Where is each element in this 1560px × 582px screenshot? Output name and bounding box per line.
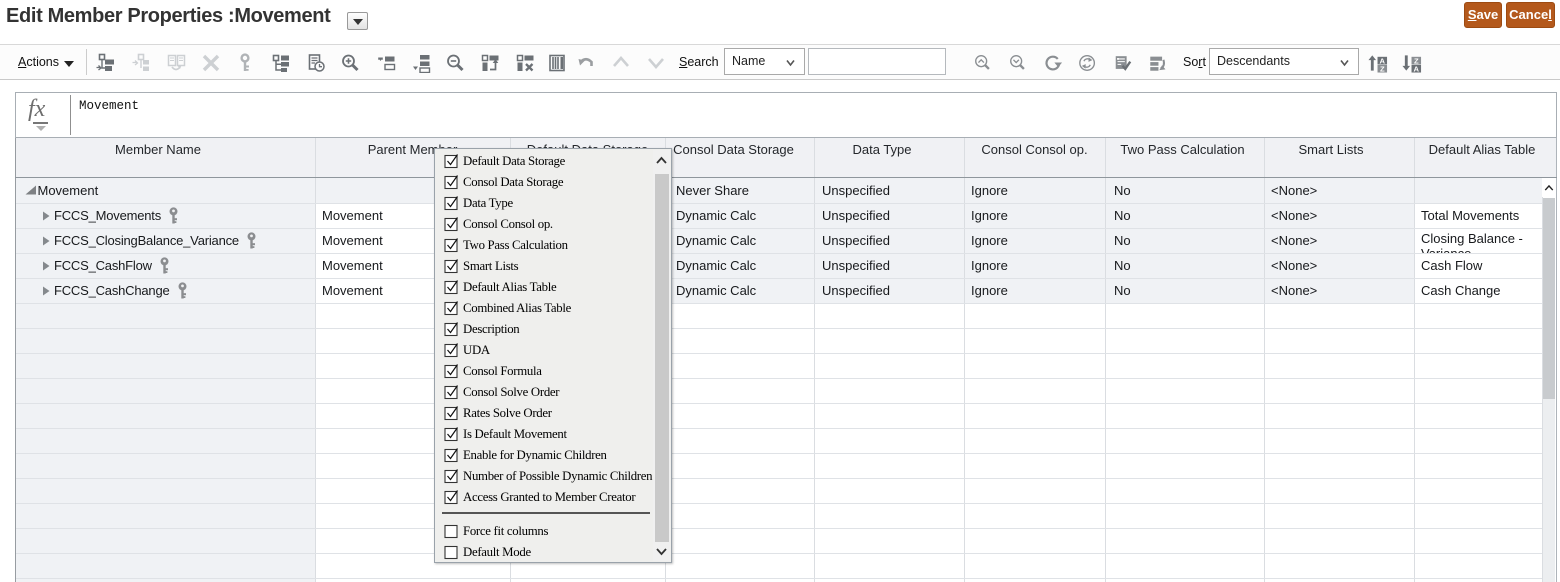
svg-text:A: A [1414, 65, 1420, 73]
svg-text:Z: Z [1380, 65, 1385, 73]
